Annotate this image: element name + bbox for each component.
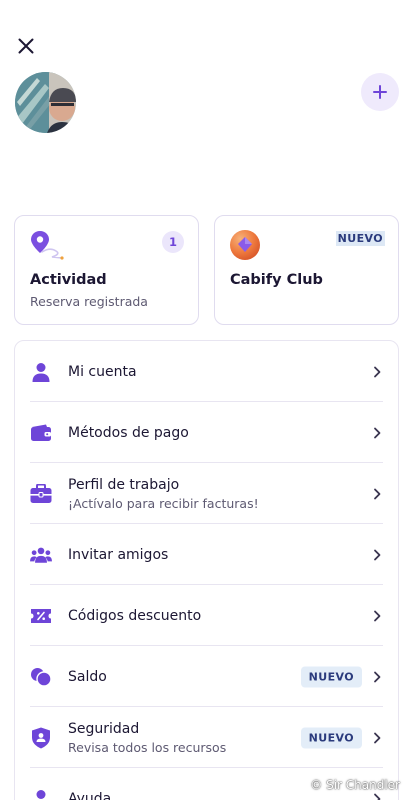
person-icon <box>30 361 52 383</box>
menu-item-seguridad[interactable]: Seguridad Revisa todos los recursos NUEV… <box>15 707 398 768</box>
activity-subtitle: Reserva registrada <box>30 294 148 309</box>
briefcase-icon <box>30 483 52 505</box>
menu-item-label: Mi cuenta <box>68 363 137 380</box>
menu-item-codigos-descuento[interactable]: Códigos descuento <box>15 585 398 646</box>
activity-count-badge: 1 <box>162 231 184 253</box>
chevron-right-icon <box>374 488 381 499</box>
chevron-right-icon <box>374 366 381 377</box>
avatar[interactable] <box>15 72 76 133</box>
location-route-icon <box>30 230 64 264</box>
menu-item-label: Ayuda <box>68 790 112 800</box>
help-icon <box>30 788 52 800</box>
club-new-tag: NUEVO <box>335 231 385 246</box>
discount-ticket-icon <box>30 605 52 627</box>
menu-item-mi-cuenta[interactable]: Mi cuenta <box>15 341 398 402</box>
menu-item-label: Métodos de pago <box>68 424 189 441</box>
menu-item-metodos-de-pago[interactable]: Métodos de pago <box>15 402 398 463</box>
account-menu: Mi cuenta Métodos de pago Perfil de trab… <box>14 340 399 800</box>
plus-icon <box>373 85 387 99</box>
menu-item-label: Perfil de trabajo <box>68 477 180 493</box>
close-button[interactable] <box>14 34 38 58</box>
new-tag: NUEVO <box>300 727 362 748</box>
new-tag: NUEVO <box>300 666 362 687</box>
menu-item-saldo[interactable]: Saldo NUEVO <box>15 646 398 707</box>
menu-item-label: Seguridad <box>68 721 140 737</box>
wallet-icon <box>30 422 52 444</box>
cabify-club-card[interactable]: NUEVO Cabify Club <box>214 215 399 325</box>
menu-item-subtitle: ¡Actívalo para recibir facturas! <box>68 496 259 511</box>
menu-item-label: Saldo <box>68 668 107 685</box>
close-icon <box>18 38 34 54</box>
chevron-right-icon <box>374 793 381 800</box>
menu-item-label: Invitar amigos <box>68 546 169 563</box>
shield-icon <box>30 727 52 749</box>
activity-card[interactable]: 1 Actividad Reserva registrada <box>14 215 199 325</box>
chevron-right-icon <box>374 732 381 743</box>
menu-item-invitar-amigos[interactable]: Invitar amigos <box>15 524 398 585</box>
chevron-right-icon <box>374 549 381 560</box>
coins-icon <box>30 666 52 688</box>
cabify-club-logo-icon <box>230 230 260 264</box>
add-button[interactable] <box>361 73 399 111</box>
chevron-right-icon <box>374 671 381 682</box>
menu-item-subtitle: Revisa todos los recursos <box>68 740 227 755</box>
chevron-right-icon <box>374 427 381 438</box>
watermark: © Sir Chandler <box>310 778 400 792</box>
club-title: Cabify Club <box>230 272 323 288</box>
people-group-icon <box>30 544 52 566</box>
chevron-right-icon <box>374 610 381 621</box>
menu-item-label: Códigos descuento <box>68 607 202 624</box>
avatar-photo <box>15 72 76 133</box>
menu-item-perfil-de-trabajo[interactable]: Perfil de trabajo ¡Actívalo para recibir… <box>15 463 398 524</box>
activity-title: Actividad <box>30 272 107 288</box>
